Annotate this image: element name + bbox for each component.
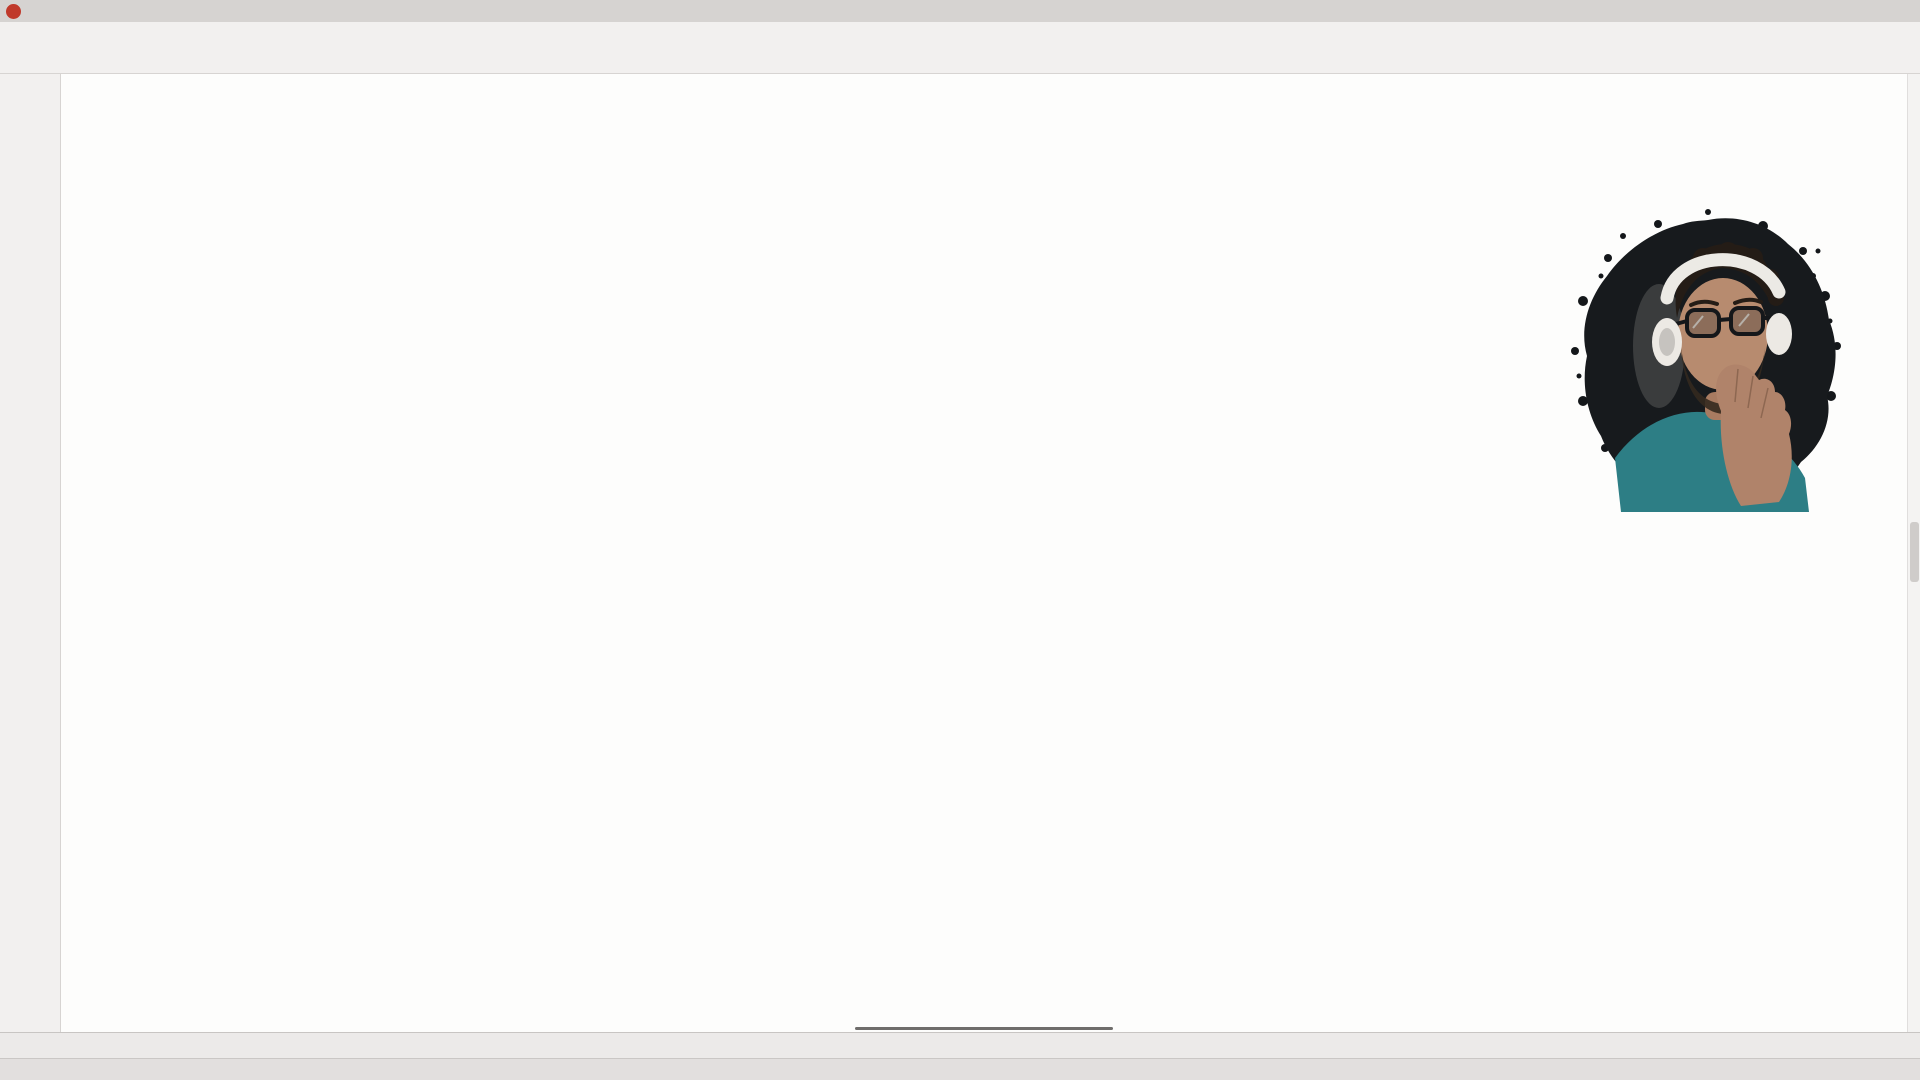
vertical-scrollbar [1907, 74, 1920, 1032]
status-bar [0, 1058, 1920, 1080]
viewport[interactable] [61, 74, 1907, 1032]
main-area [0, 74, 1920, 1032]
vertical-scrollbar-thumb[interactable] [1910, 522, 1919, 582]
horizontal-scrollbar [61, 1024, 1907, 1032]
room-grid [61, 74, 1907, 1032]
app-icon [6, 3, 21, 19]
horizontal-scrollbar-thumb[interactable] [854, 1027, 1114, 1030]
tool-sidebar [0, 74, 61, 1032]
menu-bar [0, 22, 1920, 44]
title-bar [0, 0, 1920, 22]
view-tabs [0, 1032, 1920, 1058]
main-toolbar [0, 44, 1920, 74]
